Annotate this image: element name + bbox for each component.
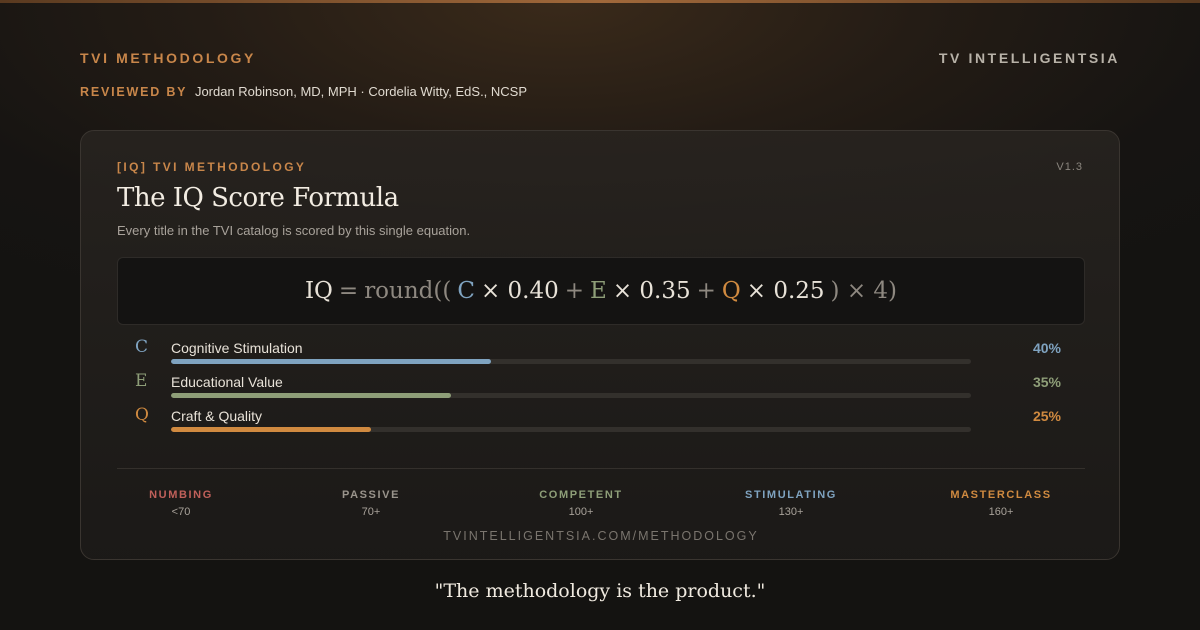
weight-row-e: E Educational Value 35% — [117, 367, 1085, 401]
component-label: Craft & Quality — [171, 408, 263, 424]
weight-row-c: C Cognitive Stimulation 40% — [117, 333, 1085, 367]
card-title: The IQ Score Formula — [117, 183, 399, 213]
component-percent: 35% — [1032, 374, 1061, 390]
tier-competent: COMPETENT 100+ — [511, 489, 651, 518]
tier-name: NUMBING — [149, 489, 213, 501]
weight-bar-fill — [171, 393, 451, 398]
formula-e-weight: × 0.35 — [612, 278, 691, 304]
brand-logo-text: TV INTELLIGENTSIA — [938, 50, 1120, 66]
tier-name: COMPETENT — [539, 489, 623, 501]
card-eyebrow: [IQ] TVI METHODOLOGY — [117, 160, 307, 174]
formula-q: Q — [721, 278, 741, 304]
formula-plus-1: + — [564, 278, 585, 304]
tier-range: 100+ — [568, 506, 594, 518]
weight-bar-track — [171, 359, 971, 364]
weight-row-q: Q Craft & Quality 25% — [117, 401, 1085, 435]
reviewed-by-label: REVIEWED BY — [80, 85, 188, 99]
component-label: Cognitive Stimulation — [171, 340, 303, 356]
tier-range: 130+ — [778, 506, 804, 518]
weight-bars: C Cognitive Stimulation 40% E Educationa… — [117, 333, 1085, 435]
brand-section-label: TVI METHODOLOGY — [80, 50, 256, 66]
tier-scale: NUMBING <70 PASSIVE 70+ COMPETENT 100+ S… — [117, 489, 1085, 525]
divider — [117, 468, 1085, 469]
reviewers-names: Jordan Robinson, MD, MPH · Cordelia Witt… — [194, 84, 528, 99]
top-accent-rule — [0, 0, 1200, 3]
tier-passive: PASSIVE 70+ — [301, 489, 441, 518]
formula-display: IQ = round(( C × 0.40 + E × 0.35 + Q × 0… — [117, 257, 1085, 325]
formula-plus-2: + — [696, 278, 716, 304]
tier-stimulating: STIMULATING 130+ — [721, 489, 861, 518]
weight-bar-fill — [171, 427, 371, 432]
component-letter: Q — [135, 405, 149, 425]
formula-q-weight: × 0.25 — [746, 278, 825, 304]
formula-c-weight: × 0.40 — [480, 278, 559, 304]
formula-tail: ) × 4) — [830, 278, 898, 304]
formula-equals: = — [338, 278, 359, 304]
formula-e: E — [590, 278, 607, 304]
version-badge: V1.3 — [1056, 161, 1083, 173]
tier-range: <70 — [171, 506, 191, 518]
formula-c: C — [457, 278, 475, 304]
weight-bar-fill — [171, 359, 491, 364]
formula-iq: IQ — [304, 278, 333, 304]
tier-numbing: NUMBING <70 — [111, 489, 251, 518]
methodology-url[interactable]: TVINTELLIGENTSIA.COM/METHODOLOGY — [81, 529, 1121, 543]
tier-range: 70+ — [361, 506, 381, 518]
formula-card: [IQ] TVI METHODOLOGY V1.3 The IQ Score F… — [80, 130, 1120, 560]
component-letter: C — [135, 337, 149, 357]
component-percent: 25% — [1032, 408, 1061, 424]
weight-bar-track — [171, 427, 971, 432]
weight-bar-track — [171, 393, 971, 398]
component-letter: E — [135, 371, 148, 391]
card-subtitle: Every title in the TVI catalog is scored… — [117, 223, 471, 238]
tier-name: MASTERCLASS — [950, 489, 1052, 501]
formula-round: round(( — [364, 278, 452, 304]
tier-name: STIMULATING — [745, 489, 837, 501]
tier-masterclass: MASTERCLASS 160+ — [931, 489, 1071, 518]
component-label: Educational Value — [171, 374, 283, 390]
pull-quote: "The methodology is the product." — [434, 580, 766, 602]
tier-name: PASSIVE — [341, 489, 401, 501]
component-percent: 40% — [1032, 340, 1061, 356]
tier-range: 160+ — [988, 506, 1014, 518]
reviewed-by-line: REVIEWED BY Jordan Robinson, MD, MPH · C… — [80, 84, 527, 99]
